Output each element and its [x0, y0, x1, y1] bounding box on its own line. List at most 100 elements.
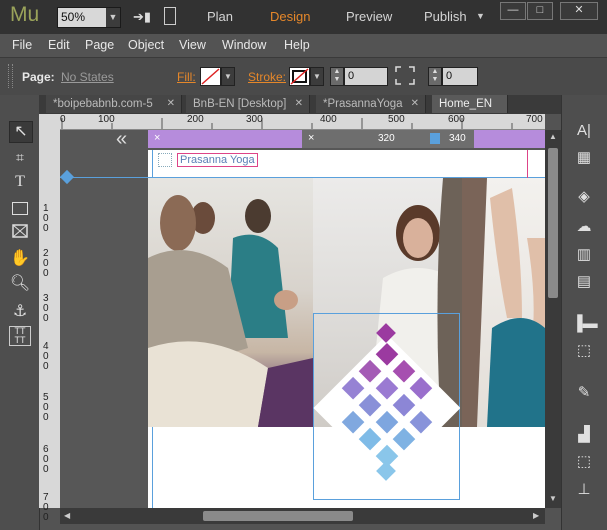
corner-radius-icon	[395, 66, 415, 85]
preview-page-icon[interactable]: ➔▮	[133, 9, 151, 25]
scroll-down-icon[interactable]: ▼	[549, 494, 557, 503]
minimize-button[interactable]: —	[500, 2, 526, 20]
tab-bnb-en[interactable]: BnB-EN [Desktop] ✕	[186, 95, 310, 113]
tab-boipebabnb[interactable]: *boipebabnb.com-5 ✕	[46, 95, 182, 113]
breakpoint-value-320: 320	[378, 133, 395, 144]
close-icon[interactable]: ✕	[411, 95, 419, 113]
stroke-dropdown-icon[interactable]: ▼	[310, 67, 324, 86]
image-frame-tool-icon[interactable]	[9, 224, 31, 244]
menu-object[interactable]: Object	[128, 38, 164, 52]
breakpoint-value-340: 340	[449, 133, 466, 144]
horizontal-scroll-thumb[interactable]	[203, 511, 353, 521]
ruler-tick-label: 100	[98, 114, 115, 125]
transform-panel-icon[interactable]: ⬚	[572, 341, 596, 361]
close-icon[interactable]: ×	[154, 132, 160, 144]
stroke-swatch[interactable]	[289, 67, 310, 86]
zoom-select[interactable]: 50% ▼	[57, 7, 121, 28]
ruler-tick-label: 2 0 0	[43, 248, 49, 279]
tab-home-en[interactable]: Home_EN	[432, 95, 508, 113]
stroke-width-stepper[interactable]: ▲ ▼	[330, 67, 344, 86]
text-frames-icon[interactable]: TT TT	[9, 326, 31, 346]
no-fill-icon	[201, 68, 220, 85]
page-icon[interactable]	[164, 7, 176, 25]
tab-label: Home_EN	[439, 98, 493, 110]
menu-help[interactable]: Help	[284, 38, 310, 52]
ruler-tick-label: 700	[526, 114, 543, 125]
fill-dropdown-icon[interactable]: ▼	[221, 67, 235, 86]
zoom-value: 50%	[61, 10, 86, 24]
chevron-down-icon[interactable]: ▼	[106, 8, 120, 27]
stroke-label[interactable]: Stroke:	[248, 70, 286, 84]
workspace-preview[interactable]: Preview	[346, 9, 392, 24]
vertical-ruler: 1 0 0 2 0 0 3 0 0 4 0 0 5 0 0 6 0 0 7 0 …	[39, 129, 61, 523]
close-button[interactable]: ✕	[560, 2, 598, 20]
scroll-right-icon[interactable]: ▶	[533, 511, 539, 520]
menu-view[interactable]: View	[179, 38, 206, 52]
tab-label: BnB-EN [Desktop]	[193, 98, 287, 110]
header-guide	[527, 150, 528, 178]
selection-tool-icon[interactable]: ↖	[9, 121, 33, 143]
tab-prasanna-yoga[interactable]: *PrasannaYoga ✕	[316, 95, 426, 113]
workspace-publish[interactable]: Publish	[424, 9, 467, 24]
menu-edit[interactable]: Edit	[48, 38, 70, 52]
workspace-plan[interactable]: Plan	[207, 9, 233, 24]
scale-panel-icon[interactable]: ⬚	[572, 452, 596, 472]
breakpoint-marker-icon[interactable]	[430, 133, 440, 144]
align-panel-icon[interactable]: ▐▬	[572, 314, 598, 334]
widgets-panel-icon[interactable]: ▦	[572, 148, 596, 168]
cc-libraries-icon[interactable]: ☁	[572, 217, 596, 237]
collapse-breakpoints-icon[interactable]: «	[116, 129, 127, 149]
page-label: Page:	[22, 70, 55, 84]
fill-swatch[interactable]	[200, 67, 221, 86]
photo-arms-raised[interactable]	[462, 178, 545, 427]
menu-file[interactable]: File	[12, 38, 32, 52]
ruler-tick-label: 400	[320, 114, 337, 125]
arrange-panel-icon[interactable]: ▟	[572, 425, 596, 445]
corner-radius-input[interactable]: 0	[442, 67, 478, 86]
ruler-tick-label: 7 0 0	[43, 492, 49, 523]
photo-meditation-group[interactable]	[148, 178, 313, 427]
ruler-tick-label: 0	[60, 114, 66, 125]
close-icon[interactable]: ✕	[167, 95, 175, 113]
ruler-ticks	[61, 118, 513, 129]
hand-tool-icon[interactable]: ✋	[9, 249, 31, 269]
menu-window[interactable]: Window	[222, 38, 266, 52]
site-logo-text[interactable]: Prasanna Yoga	[177, 153, 258, 167]
scroll-up-icon[interactable]: ▲	[549, 132, 557, 141]
workspace-design[interactable]: Design	[270, 9, 310, 24]
ruler-tick-label: 200	[187, 114, 204, 125]
crop-tool-icon[interactable]: ⌗	[9, 147, 31, 167]
states-panel-icon[interactable]: ✎	[572, 383, 596, 403]
vertical-scroll-thumb[interactable]	[548, 148, 558, 298]
assets-panel-icon[interactable]: ▤	[572, 272, 596, 292]
photo-people-figures	[148, 195, 313, 427]
close-icon[interactable]: ×	[308, 132, 314, 144]
states-value[interactable]: No States	[61, 70, 114, 84]
ruler-tick-label: 600	[448, 114, 465, 125]
close-icon[interactable]: ✕	[295, 95, 303, 113]
ruler-tick-label: 500	[388, 114, 405, 125]
maximize-button[interactable]: □	[527, 2, 553, 20]
corner-radius-stepper[interactable]: ▲ ▼	[428, 67, 442, 86]
rectangle-tool-icon[interactable]	[9, 198, 31, 218]
ruler-tick-label: 4 0 0	[43, 341, 49, 372]
wrap-panel-icon[interactable]: ⊥	[572, 480, 596, 500]
publish-dropdown-icon[interactable]: ▼	[476, 11, 485, 21]
ruler-tick-label: 3 0 0	[43, 293, 49, 324]
stroke-width-input[interactable]: 0	[344, 67, 388, 86]
no-stroke-icon	[290, 68, 309, 85]
zoom-tool-icon[interactable]: 🔍︎	[9, 274, 31, 294]
scroll-left-icon[interactable]: ◀	[64, 511, 70, 520]
library-panel-icon[interactable]: ▥	[572, 245, 596, 265]
ruler-tick-label: 300	[246, 114, 263, 125]
fill-label[interactable]: Fill:	[177, 70, 196, 84]
anchor-icon[interactable]: ⚓︎	[9, 302, 31, 322]
menu-page[interactable]: Page	[85, 38, 114, 52]
tab-label: *boipebabnb.com-5	[53, 98, 153, 110]
character-panel-icon[interactable]: A|	[572, 121, 596, 141]
photo-arms-figure	[462, 178, 545, 427]
stroke-width-value: 0	[348, 70, 355, 82]
text-tool-icon[interactable]: T	[9, 172, 31, 192]
logo-icon	[158, 153, 172, 167]
layers-panel-icon[interactable]: ◈	[572, 187, 596, 207]
